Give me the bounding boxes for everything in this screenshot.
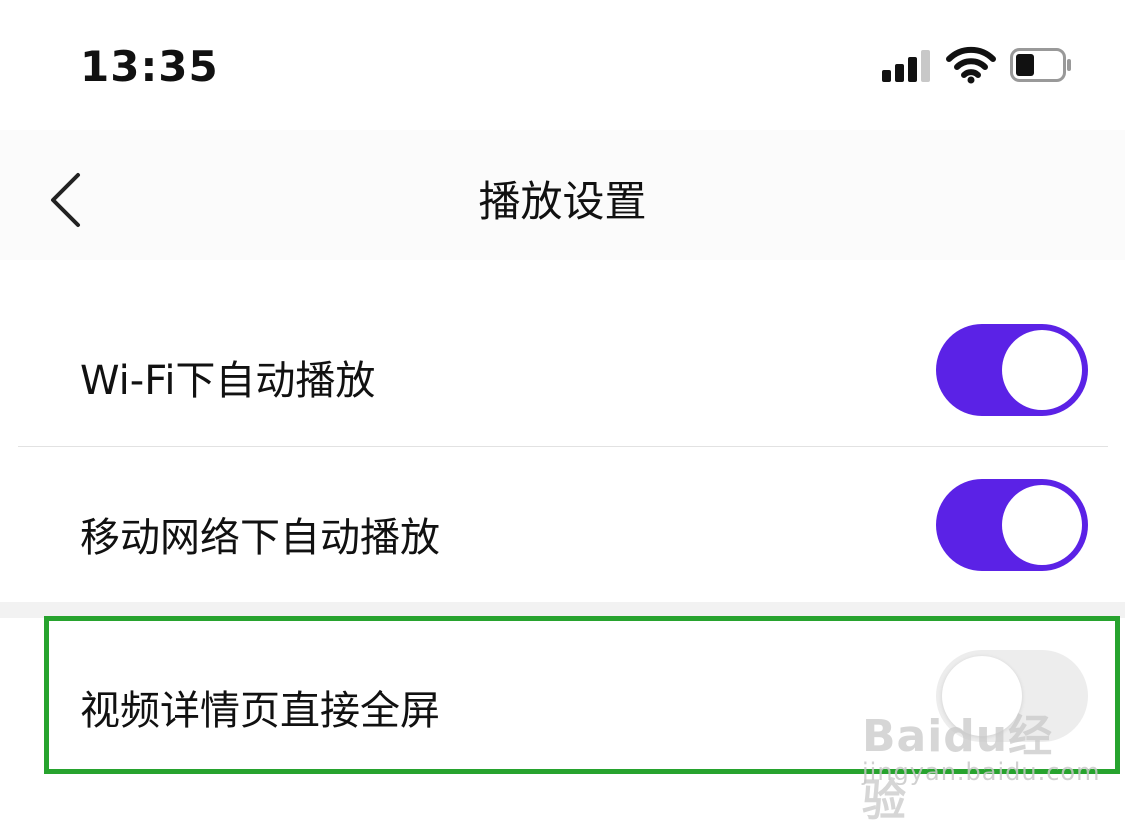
- status-bar: 13:35: [0, 0, 1125, 130]
- fullscreen-detail-toggle[interactable]: [936, 650, 1088, 742]
- setting-label: Wi-Fi下自动播放: [80, 358, 376, 404]
- section-gap: [0, 602, 1125, 618]
- wifi-autoplay-toggle[interactable]: [936, 324, 1088, 416]
- setting-label: 移动网络下自动播放: [80, 515, 440, 561]
- setting-row-mobile-autoplay: 移动网络下自动播放: [0, 447, 1125, 602]
- status-time: 13:35: [80, 42, 219, 91]
- cellular-signal-icon: [882, 50, 934, 82]
- page-title: 播放设置: [478, 177, 647, 226]
- toggle-knob: [1002, 330, 1082, 410]
- navigation-bar: 播放设置: [0, 130, 1125, 260]
- battery-icon: [1010, 48, 1071, 82]
- wifi-icon: [946, 46, 996, 84]
- toggle-knob: [1002, 485, 1082, 565]
- toggle-knob: [942, 656, 1022, 736]
- setting-row-wifi-autoplay: Wi-Fi下自动播放: [0, 296, 1125, 446]
- setting-label: 视频详情页直接全屏: [80, 688, 440, 734]
- setting-row-fullscreen-detail: 视频详情页直接全屏: [0, 618, 1125, 812]
- mobile-autoplay-toggle[interactable]: [936, 479, 1088, 571]
